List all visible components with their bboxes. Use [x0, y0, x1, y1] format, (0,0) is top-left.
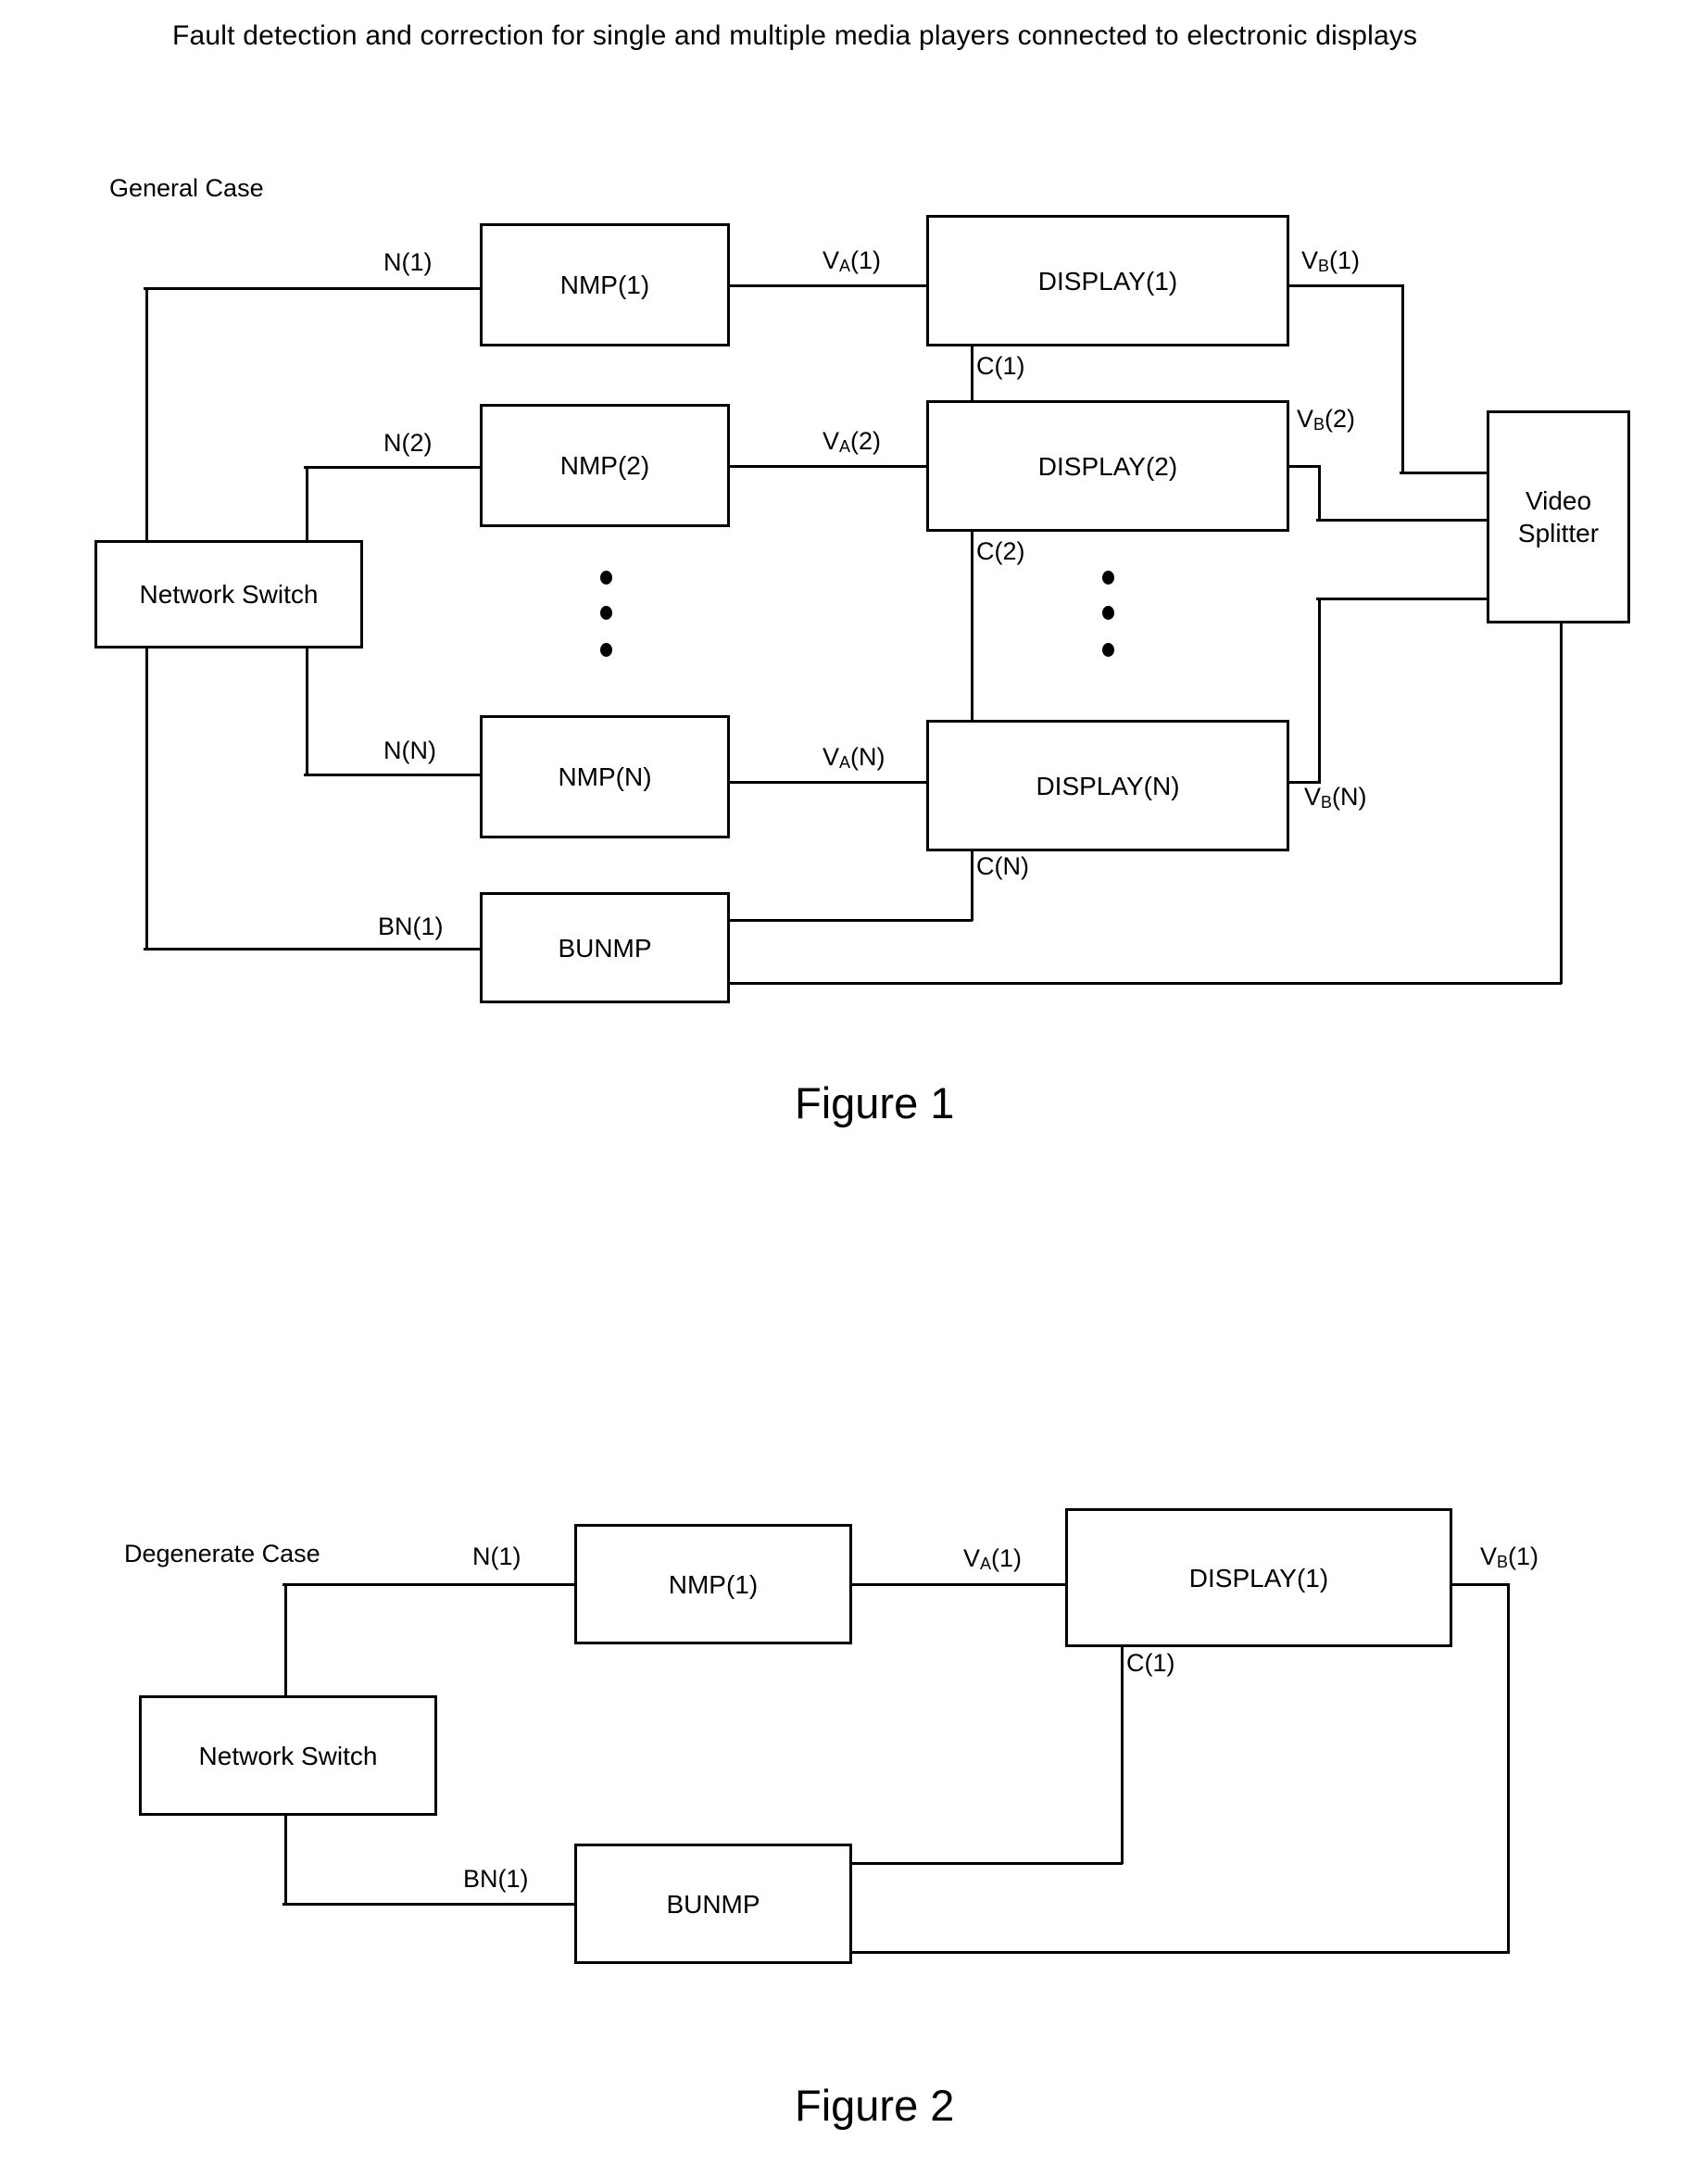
display-1-label: DISPLAY(1): [1037, 266, 1178, 296]
network-switch-label: Network Switch: [139, 580, 319, 609]
wire-c1-vertical: [971, 345, 973, 402]
nmp-1-label: NMP(1): [559, 271, 650, 299]
page-title: Fault detection and correction for singl…: [172, 20, 1418, 51]
display-2-block[interactable]: DISPLAY(2): [926, 400, 1289, 532]
edge-label-c2: C(2): [976, 537, 1025, 565]
network-switch-block-fig1[interactable]: Network Switch: [94, 540, 363, 648]
wire-n2-horizontal: [304, 466, 483, 469]
wire-fig2-bunmp-lower-output: [850, 1951, 1510, 1954]
nmp-n-label: NMP(N): [558, 762, 652, 791]
wire-cn-vertical: [971, 850, 973, 921]
wire-switch-to-n1-vertical: [145, 287, 148, 543]
wire-vb2-into-splitter: [1316, 519, 1488, 522]
nmp-2-label: NMP(2): [559, 451, 650, 480]
wire-fig2-switch-to-n1-vertical: [284, 1583, 287, 1698]
edge-label-va2: VA(2): [823, 427, 882, 456]
patent-drawing-sheet: Fault detection and correction for singl…: [0, 0, 1708, 2178]
wire-switch-to-bn1-vertical: [145, 646, 148, 950]
video-splitter-label: Video Splitter: [1517, 486, 1600, 548]
wire-vb1-into-splitter: [1400, 472, 1488, 474]
display-n-label: DISPLAY(N): [1036, 771, 1180, 800]
display-1-label-fig2: DISPLAY(1): [1188, 1563, 1329, 1593]
wire-fig2-c1-vertical: [1121, 1645, 1124, 1864]
wire-vb1-vertical: [1401, 284, 1404, 473]
bunmp-block-fig2[interactable]: BUNMP: [574, 1844, 852, 1964]
edge-label-fig2-bn1: BN(1): [463, 1865, 529, 1893]
wire-fig2-vb1-vertical: [1507, 1583, 1510, 1954]
ellipsis-dot: [1102, 606, 1114, 620]
edge-label-vb2: VB(2): [1297, 405, 1356, 434]
ellipsis-dot: [1102, 571, 1114, 585]
wire-fig2-bunmp-upper-output: [850, 1862, 1123, 1865]
edge-label-van: VA(N): [823, 743, 885, 772]
wire-va1: [728, 284, 928, 287]
wire-fig2-n1-horizontal: [283, 1583, 577, 1586]
edge-label-fig2-vb1: VB(1): [1480, 1542, 1539, 1571]
wire-van: [728, 781, 928, 784]
ellipsis-dot: [1102, 643, 1114, 657]
display-1-block-fig2[interactable]: DISPLAY(1): [1065, 1508, 1452, 1647]
display-n-block[interactable]: DISPLAY(N): [926, 720, 1289, 851]
wire-fig2-va1: [850, 1583, 1067, 1586]
figure-1-caption: Figure 1: [795, 1078, 955, 1127]
edge-label-nn: N(N): [383, 736, 436, 764]
wire-switch-to-n2-vertical: [306, 466, 308, 543]
ellipsis-dot: [600, 643, 612, 657]
nmp-1-block-fig2[interactable]: NMP(1): [574, 1524, 852, 1644]
edge-label-cn: C(N): [976, 852, 1029, 880]
wire-bn1-horizontal: [144, 948, 483, 951]
bunmp-block-fig1[interactable]: BUNMP: [480, 892, 730, 1003]
edge-label-fig2-c1: C(1): [1126, 1649, 1175, 1677]
display-2-label: DISPLAY(2): [1037, 451, 1178, 481]
edge-label-fig2-n1: N(1): [472, 1542, 521, 1570]
bunmp-label: BUNMP: [558, 933, 652, 963]
wire-va2: [728, 465, 928, 468]
nmp-2-block[interactable]: NMP(2): [480, 404, 730, 527]
wire-n1-horizontal: [144, 287, 483, 290]
nmp-1-label-fig2: NMP(1): [668, 1569, 759, 1599]
wire-fig2-switch-to-bn1-vertical: [284, 1813, 287, 1905]
wire-vb2-horizontal: [1287, 465, 1321, 468]
wire-vb2-vertical: [1318, 465, 1321, 521]
network-switch-block-fig2[interactable]: Network Switch: [139, 1695, 437, 1816]
display-1-block[interactable]: DISPLAY(1): [926, 215, 1289, 346]
edge-label-vb1: VB(1): [1301, 246, 1361, 275]
wire-vbn-vertical: [1318, 598, 1321, 783]
wire-bunmp-to-c-bus: [728, 919, 973, 922]
figure-2-caption: Figure 2: [795, 2081, 955, 2130]
wire-fig2-bn1-horizontal: [283, 1903, 577, 1906]
edge-label-fig2-va1: VA(1): [963, 1544, 1023, 1573]
ellipsis-dot: [600, 606, 612, 620]
edge-label-bn1: BN(1): [378, 913, 444, 940]
figure1-case-label: General Case: [109, 174, 264, 202]
wire-nn-horizontal: [304, 774, 483, 776]
edge-label-n2: N(2): [383, 429, 433, 457]
ellipsis-dot: [600, 571, 612, 585]
wire-bunmp-to-splitter-horizontal: [728, 982, 1562, 985]
edge-label-vbn: VB(N): [1304, 783, 1367, 812]
edge-label-c1: C(1): [976, 352, 1025, 380]
video-splitter-block[interactable]: Video Splitter: [1487, 410, 1630, 623]
wire-switch-to-nn-vertical: [306, 646, 308, 775]
bunmp-label-fig2: BUNMP: [666, 1889, 760, 1919]
wire-fig2-vb1-horizontal: [1451, 1583, 1510, 1586]
edge-label-va1: VA(1): [823, 246, 882, 275]
figure2-case-label: Degenerate Case: [124, 1540, 320, 1567]
nmp-n-block[interactable]: NMP(N): [480, 715, 730, 838]
edge-label-n1: N(1): [383, 248, 433, 276]
nmp-1-block[interactable]: NMP(1): [480, 223, 730, 346]
wire-c2-vertical: [971, 530, 973, 722]
wire-vbn-into-splitter: [1316, 598, 1488, 600]
wire-bunmp-to-splitter-vertical: [1560, 621, 1563, 984]
network-switch-label-fig2: Network Switch: [198, 1741, 378, 1770]
wire-vb1-horizontal: [1287, 284, 1404, 287]
